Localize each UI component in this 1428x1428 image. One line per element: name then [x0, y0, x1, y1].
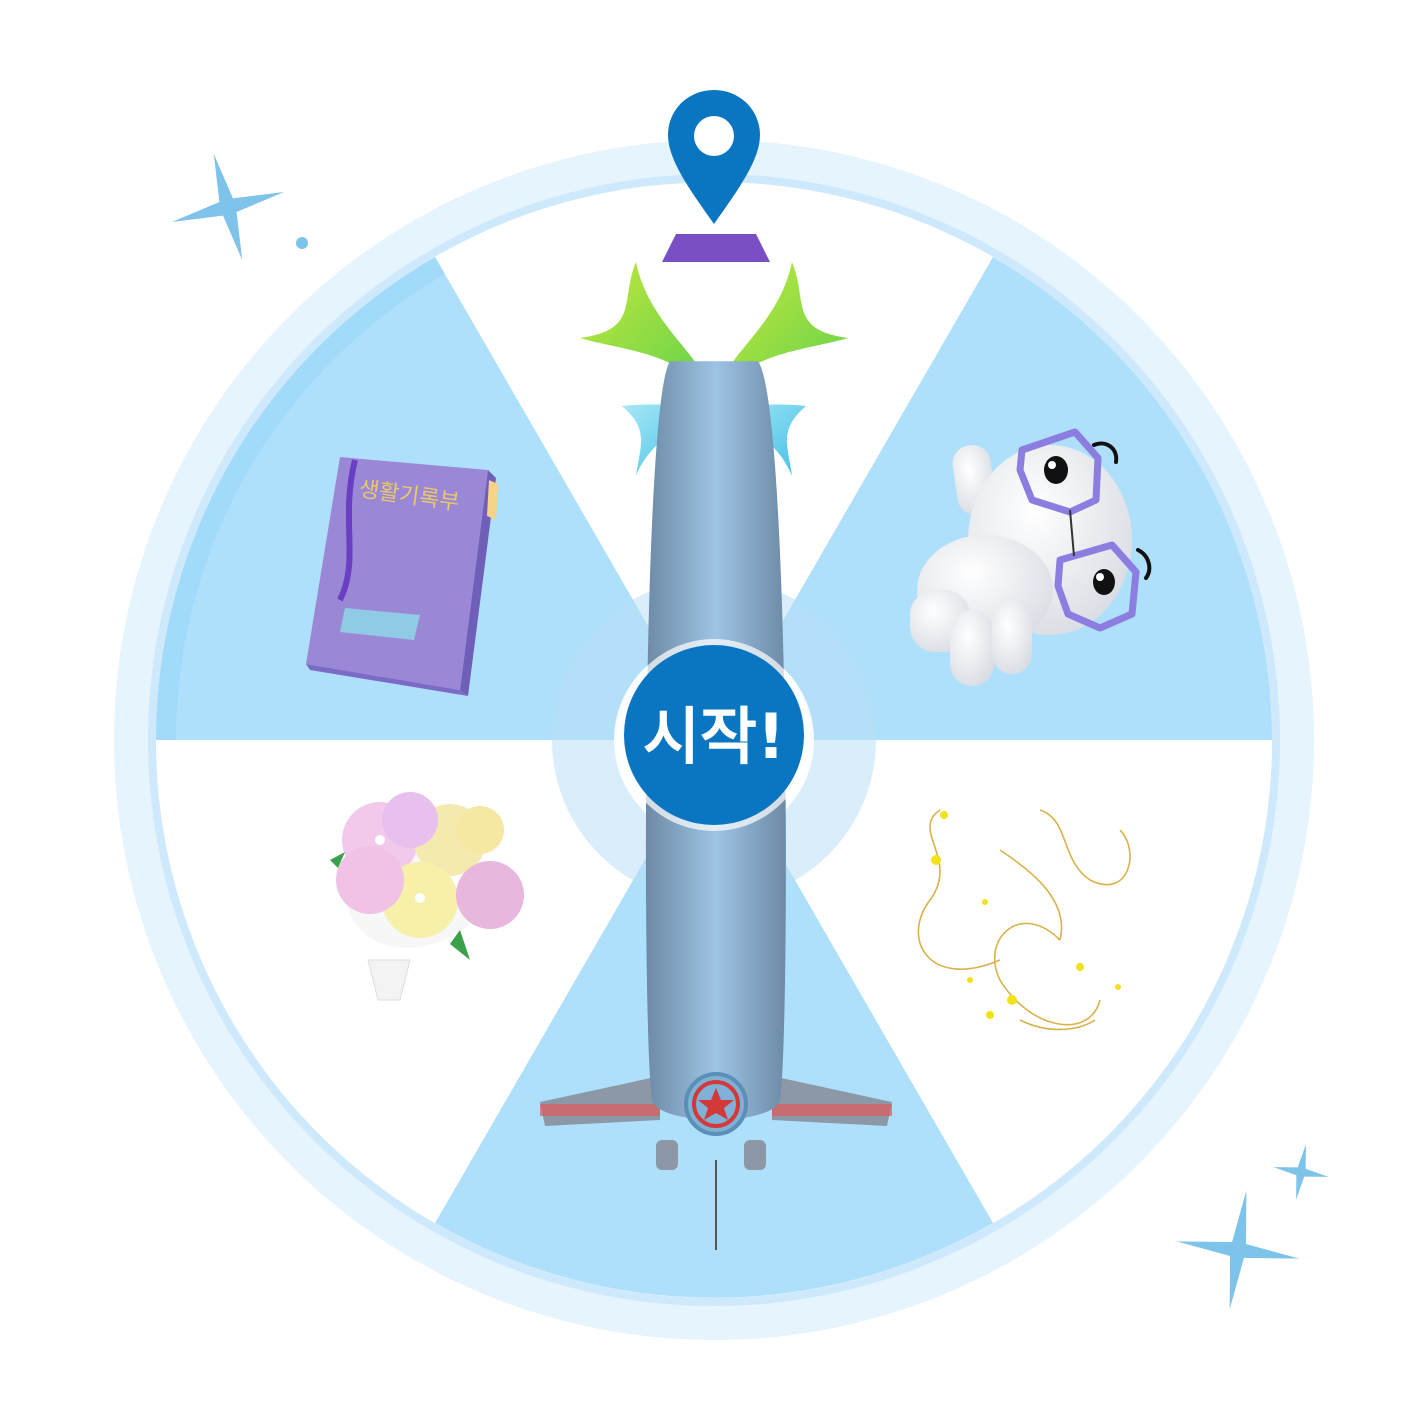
- sparkle-star-icon: [171, 153, 285, 261]
- roulette-stage: 생활기록부 시작!: [114, 90, 1329, 1340]
- start-button[interactable]: 시작!: [618, 639, 810, 831]
- start-button-label: 시작!: [643, 700, 785, 773]
- sparkle-star-icon: [1273, 1144, 1329, 1200]
- sparkle-star-icon: [1176, 1190, 1300, 1310]
- record-book-icon: 생활기록부: [306, 457, 498, 696]
- sparkle-dot-icon: [296, 237, 308, 249]
